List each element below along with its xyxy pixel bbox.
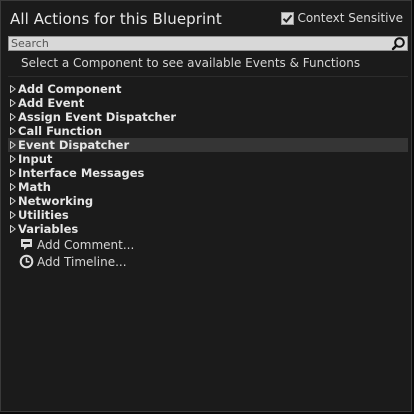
expand-arrow-icon[interactable] xyxy=(8,96,17,110)
category-assign-event-dispatcher[interactable]: Assign Event Dispatcher xyxy=(8,110,408,124)
expand-arrow-icon[interactable] xyxy=(8,152,17,166)
category-add-event[interactable]: Add Event xyxy=(8,96,408,110)
category-label: Networking xyxy=(18,194,94,208)
category-label: Utilities xyxy=(18,208,69,222)
category-math[interactable]: Math xyxy=(8,180,408,194)
expand-arrow-icon[interactable] xyxy=(8,222,17,236)
expand-arrow-icon[interactable] xyxy=(8,180,17,194)
action-menu-panel: All Actions for this Blueprint Context S… xyxy=(0,0,412,412)
category-utilities[interactable]: Utilities xyxy=(8,208,408,222)
category-add-component[interactable]: Add Component xyxy=(8,82,408,96)
search-input[interactable] xyxy=(11,37,386,50)
category-networking[interactable]: Networking xyxy=(8,194,408,208)
expand-arrow-icon[interactable] xyxy=(8,208,17,222)
expand-arrow-icon[interactable] xyxy=(8,166,17,180)
checkmark-icon xyxy=(283,14,293,23)
category-input[interactable]: Input xyxy=(8,152,408,166)
action-label: Add Timeline... xyxy=(37,254,127,269)
clock-icon xyxy=(18,254,34,270)
divider xyxy=(8,76,408,77)
category-interface-messages[interactable]: Interface Messages xyxy=(8,166,408,180)
category-label: Call Function xyxy=(18,124,103,138)
context-sensitive-label: Context Sensitive xyxy=(297,11,403,25)
category-label: Math xyxy=(18,180,51,194)
category-label: Event Dispatcher xyxy=(18,138,130,152)
component-hint-text: Select a Component to see available Even… xyxy=(21,56,361,70)
search-icon[interactable] xyxy=(391,36,406,51)
category-label: Interface Messages xyxy=(18,166,145,180)
category-label: Assign Event Dispatcher xyxy=(18,110,177,124)
category-label: Add Event xyxy=(18,96,85,110)
category-label: Variables xyxy=(18,222,79,236)
category-variables[interactable]: Variables xyxy=(8,222,408,236)
category-label: Add Component xyxy=(18,82,122,96)
category-call-function[interactable]: Call Function xyxy=(8,124,408,138)
expand-arrow-icon[interactable] xyxy=(8,124,17,138)
expand-arrow-icon[interactable] xyxy=(8,82,17,96)
action-add-comment[interactable]: Add Comment... xyxy=(8,236,408,253)
action-add-timeline[interactable]: Add Timeline... xyxy=(8,253,408,270)
category-event-dispatcher[interactable]: Event Dispatcher xyxy=(8,138,408,152)
context-sensitive-toggle[interactable]: Context Sensitive xyxy=(281,11,403,25)
comment-icon xyxy=(18,237,34,253)
context-sensitive-checkbox[interactable] xyxy=(281,11,295,25)
expand-arrow-icon[interactable] xyxy=(8,110,17,124)
search-box[interactable] xyxy=(8,36,408,51)
action-tree: Add Component Add Event Assign Event Dis… xyxy=(8,82,408,270)
action-label: Add Comment... xyxy=(37,237,135,252)
category-label: Input xyxy=(18,152,53,166)
expand-arrow-icon[interactable] xyxy=(8,138,17,152)
expand-arrow-icon[interactable] xyxy=(8,194,17,208)
panel-title: All Actions for this Blueprint xyxy=(10,10,222,28)
